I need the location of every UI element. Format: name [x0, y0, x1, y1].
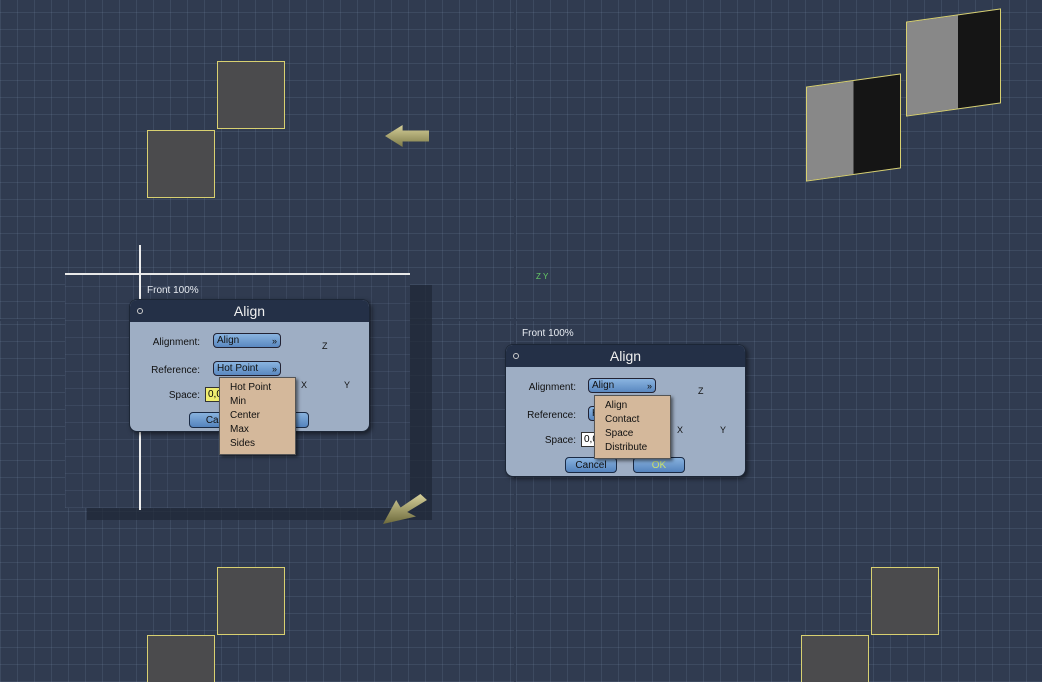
- reference-label: Reference:: [527, 410, 576, 421]
- gizmo-y: Y: [720, 425, 727, 435]
- menu-item[interactable]: Min: [220, 395, 295, 409]
- cancel-button[interactable]: Cancel: [565, 457, 617, 473]
- object-box[interactable]: [801, 635, 869, 682]
- object-box[interactable]: [871, 567, 939, 635]
- object-box[interactable]: [217, 61, 285, 129]
- space-label: Space:: [168, 390, 200, 401]
- menu-item[interactable]: Align: [595, 399, 670, 413]
- cube[interactable]: [806, 73, 901, 182]
- reference-menu: Hot Point Min Center Max Sides: [219, 377, 296, 455]
- gizmo-x: X: [301, 380, 308, 390]
- menu-item[interactable]: Space: [595, 427, 670, 441]
- menu-item[interactable]: Max: [220, 423, 295, 437]
- dialog-title: Align: [233, 303, 266, 319]
- chevron-down-icon: »: [646, 381, 652, 391]
- object-box[interactable]: [147, 130, 215, 198]
- alignment-value: Align: [592, 380, 615, 391]
- menu-item[interactable]: Center: [220, 409, 295, 423]
- alignment-value: Align: [217, 335, 240, 346]
- alignment-label: Alignment:: [152, 337, 200, 348]
- viewport-perspective[interactable]: Z Y: [516, 0, 1042, 319]
- close-icon[interactable]: [513, 353, 519, 359]
- ok-button[interactable]: OK: [633, 457, 685, 473]
- object-box[interactable]: [147, 635, 215, 682]
- menu-item[interactable]: Sides: [220, 437, 295, 451]
- menu-item[interactable]: Hot Point: [220, 381, 295, 395]
- alignment-label: Alignment:: [528, 382, 576, 393]
- reference-value: Hot Point: [217, 363, 259, 374]
- alignment-menu: Align Contact Space Distribute: [594, 395, 671, 459]
- arrow-icon: [385, 125, 429, 147]
- chevron-down-icon: »: [271, 364, 277, 374]
- viewport-label: Front 100%: [522, 328, 574, 339]
- alignment-select[interactable]: Align »: [213, 333, 281, 348]
- close-icon[interactable]: [137, 308, 143, 314]
- cube[interactable]: [906, 8, 1001, 117]
- gizmo-y: Y: [344, 380, 351, 390]
- axis-gizmo: Z Y: [536, 272, 549, 281]
- dialog-title: Align: [609, 348, 642, 364]
- gizmo-z: Z: [698, 386, 704, 396]
- gizmo-z: Z: [322, 341, 328, 351]
- menu-item[interactable]: Distribute: [595, 441, 670, 455]
- chevron-down-icon: »: [271, 336, 277, 346]
- object-box[interactable]: [217, 567, 285, 635]
- viewport-top-left[interactable]: [0, 0, 514, 319]
- menu-item[interactable]: Contact: [595, 413, 670, 427]
- space-label: Space:: [544, 435, 576, 446]
- reference-label: Reference:: [151, 365, 200, 376]
- reference-select[interactable]: Hot Point »: [213, 361, 281, 376]
- gizmo-x: X: [677, 425, 684, 435]
- viewport-label: Front 100%: [147, 285, 199, 296]
- alignment-select[interactable]: Align »: [588, 378, 656, 393]
